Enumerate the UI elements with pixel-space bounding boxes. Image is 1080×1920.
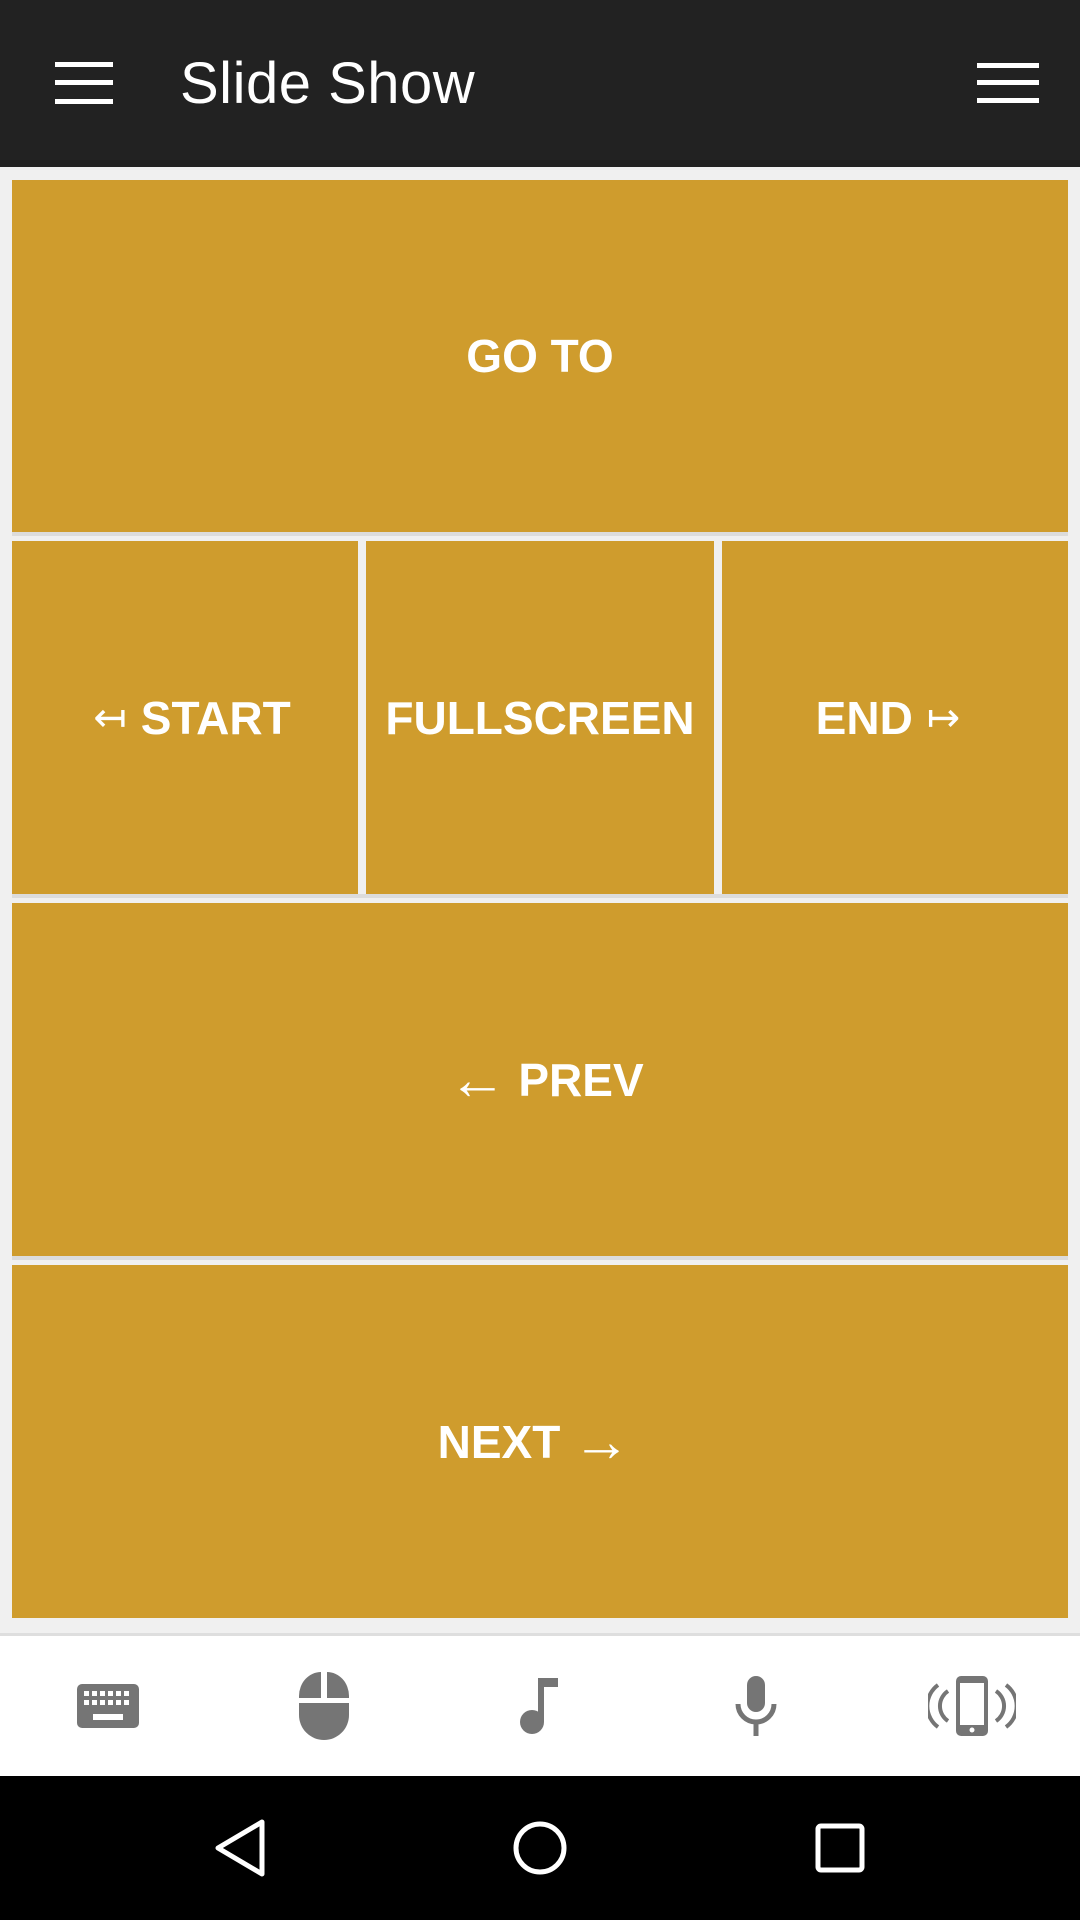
arrow-left-bar-icon: ↤ bbox=[93, 695, 127, 740]
system-nav-bar bbox=[0, 1776, 1080, 1920]
end-button[interactable]: END ↦ bbox=[722, 541, 1068, 894]
arrow-right-bar-icon: ↦ bbox=[926, 695, 961, 740]
nav-drawer-button[interactable] bbox=[44, 43, 124, 123]
prev-label: PREV bbox=[518, 1053, 644, 1106]
page-title: Slide Show bbox=[180, 51, 476, 116]
arrow-left-icon: ← bbox=[448, 1046, 507, 1112]
options-menu-button[interactable] bbox=[968, 43, 1048, 123]
next-label: NEXT bbox=[437, 1415, 561, 1468]
home-button[interactable] bbox=[460, 1776, 620, 1920]
divider bbox=[12, 532, 1068, 536]
phone-vibrate-icon bbox=[928, 1676, 1016, 1736]
mode-toolbar bbox=[0, 1633, 1080, 1776]
microphone-icon bbox=[735, 1676, 777, 1736]
arrow-right-icon: → bbox=[572, 1408, 631, 1474]
music-note-icon bbox=[520, 1678, 558, 1734]
voice-mode-button[interactable] bbox=[648, 1636, 864, 1776]
fullscreen-button[interactable]: FULLSCREEN bbox=[366, 541, 714, 894]
back-button[interactable] bbox=[160, 1776, 320, 1920]
menu-icon bbox=[977, 63, 1039, 103]
goto-label: GO TO bbox=[466, 330, 614, 382]
slideshow-controls: GO TO ↤ START FULLSCREEN END ↦ ← PREV NE… bbox=[0, 167, 1080, 1633]
goto-button[interactable]: GO TO bbox=[12, 180, 1068, 532]
home-icon bbox=[513, 1821, 567, 1875]
divider bbox=[12, 1256, 1068, 1260]
app-bar: Slide Show bbox=[0, 0, 1080, 167]
keyboard-icon bbox=[77, 1684, 139, 1728]
next-button[interactable]: NEXT → bbox=[12, 1265, 1068, 1618]
mouse-mode-button[interactable] bbox=[216, 1636, 432, 1776]
mouse-icon bbox=[299, 1672, 349, 1740]
keyboard-mode-button[interactable] bbox=[0, 1636, 216, 1776]
recents-icon bbox=[815, 1823, 865, 1873]
prev-button[interactable]: ← PREV bbox=[12, 903, 1068, 1256]
start-label: START bbox=[140, 691, 291, 744]
end-label: END bbox=[815, 691, 913, 744]
start-button[interactable]: ↤ START bbox=[12, 541, 358, 894]
divider bbox=[12, 894, 1068, 898]
back-icon bbox=[215, 1819, 265, 1877]
recents-button[interactable] bbox=[760, 1776, 920, 1920]
fullscreen-label: FULLSCREEN bbox=[385, 691, 695, 744]
menu-icon bbox=[55, 62, 113, 104]
music-mode-button[interactable] bbox=[432, 1636, 648, 1776]
phone-mode-button[interactable] bbox=[864, 1636, 1080, 1776]
